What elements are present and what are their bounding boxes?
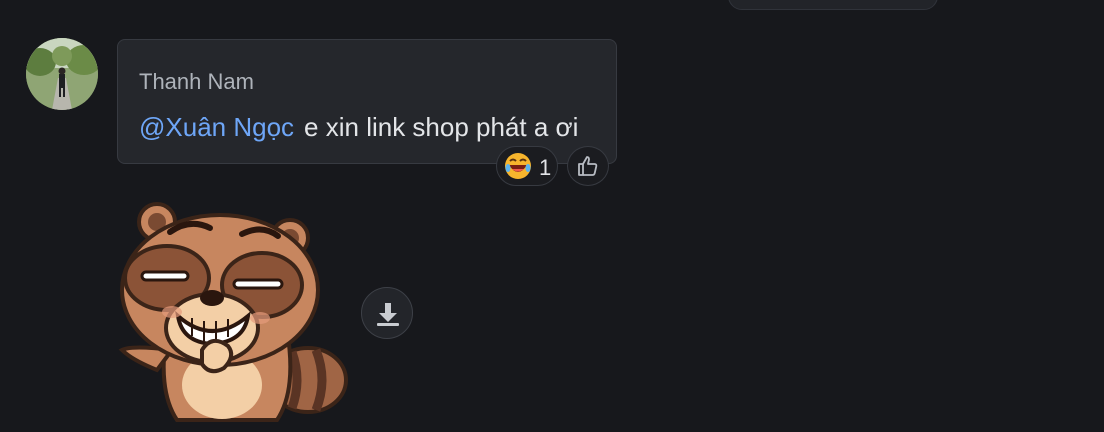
previous-message-reaction-pill[interactable] bbox=[728, 0, 938, 10]
thumbs-up-icon bbox=[578, 156, 598, 176]
reaction-badge[interactable]: 1 bbox=[496, 146, 558, 186]
sender-name: Thanh Nam bbox=[139, 69, 254, 94]
reaction-count: 1 bbox=[539, 155, 552, 180]
message-body: e xin link shop phát a ơi bbox=[304, 112, 579, 142]
download-button[interactable] bbox=[361, 287, 413, 339]
avatar[interactable] bbox=[26, 38, 98, 110]
mention-link[interactable]: @Xuân Ngọc bbox=[139, 112, 294, 142]
message-text: @Xuân Ngọc e xin link shop phát a ơi bbox=[139, 112, 578, 143]
download-icon bbox=[377, 303, 399, 326]
laughing-face-icon bbox=[504, 152, 532, 185]
raccoon-sticker[interactable] bbox=[112, 200, 352, 430]
like-button[interactable] bbox=[567, 146, 609, 186]
message-bubble[interactable]: Thanh Nam @Xuân Ngọc e xin link shop phát… bbox=[117, 39, 617, 164]
